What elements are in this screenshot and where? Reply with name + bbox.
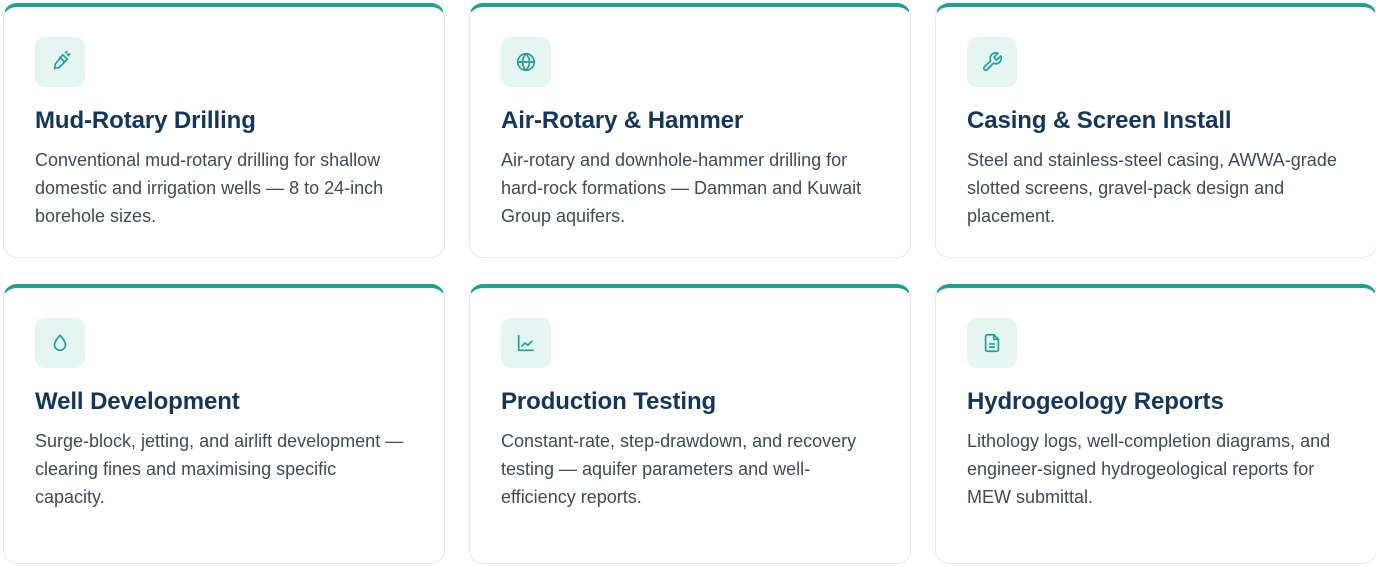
globe-icon <box>516 52 536 72</box>
service-title: Hydrogeology Reports <box>967 388 1224 415</box>
service-description: Surge-block, jetting, and airlift develo… <box>35 431 404 507</box>
service-card-mud-rotary-drilling: Mud-Rotary Drilling Conventional mud-rot… <box>3 3 445 258</box>
service-icon-box <box>501 318 551 368</box>
service-description: Lithology logs, well-completion diagrams… <box>967 431 1331 507</box>
service-icon-box <box>967 318 1017 368</box>
wrench-icon <box>983 52 1002 71</box>
service-card-air-rotary-hammer: Air-Rotary & Hammer Air-rotary and downh… <box>469 3 911 258</box>
service-title: Casing & Screen Install <box>967 107 1232 134</box>
service-card-casing-screen-install: Casing & Screen Install Steel and stainl… <box>935 3 1376 258</box>
service-icon-box <box>501 37 551 87</box>
service-card-well-development: Well Development Surge-block, jetting, a… <box>3 284 445 564</box>
service-description: Constant-rate, step-drawdown, and recove… <box>501 431 857 507</box>
service-icon-box <box>35 37 85 87</box>
service-title: Air-Rotary & Hammer <box>501 107 744 134</box>
droplet-icon <box>53 334 67 352</box>
service-icon-box <box>967 37 1017 87</box>
service-card-hydrogeology-reports: Hydrogeology Reports Lithology logs, wel… <box>935 284 1376 564</box>
service-description: Steel and stainless-steel casing, AWWA-g… <box>967 150 1337 226</box>
service-description: Air-rotary and downhole-hammer drilling … <box>501 150 862 226</box>
service-description: Conventional mud-rotary drilling for sha… <box>35 150 384 226</box>
file-text-icon <box>984 333 1000 353</box>
service-title: Mud-Rotary Drilling <box>35 107 256 134</box>
service-card-production-testing: Production Testing Constant-rate, step-d… <box>469 284 911 564</box>
drill-icon <box>53 51 71 70</box>
service-title: Production Testing <box>501 388 717 415</box>
services-grid: Mud-Rotary Drilling Conventional mud-rot… <box>3 3 1376 564</box>
line-chart-icon <box>517 334 535 352</box>
service-icon-box <box>35 318 85 368</box>
service-title: Well Development <box>35 388 240 415</box>
